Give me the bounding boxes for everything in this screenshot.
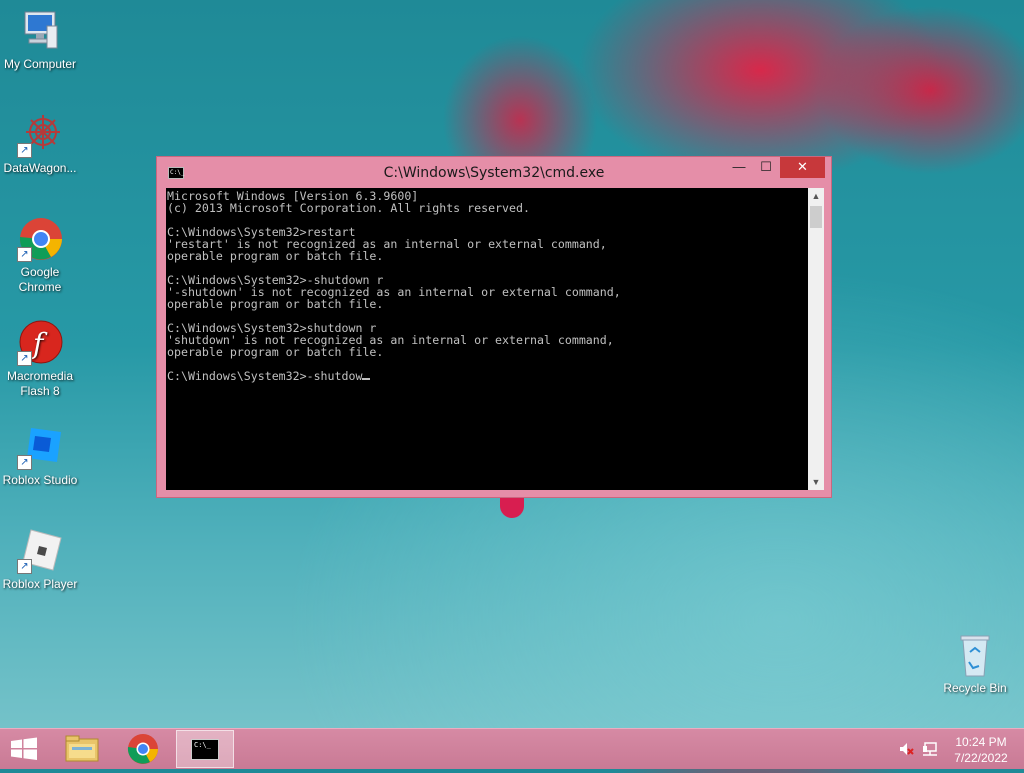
maximize-button[interactable]: ☐ — [753, 157, 779, 178]
desktop-icon-label: Recycle Bin — [943, 681, 1007, 695]
scrollbar-thumb[interactable] — [810, 206, 822, 228]
system-clock[interactable]: 10:24 PM 7/22/2022 — [944, 734, 1018, 766]
taskbar-chrome[interactable] — [114, 730, 172, 768]
computer-icon — [17, 8, 63, 54]
chrome-icon — [127, 734, 158, 764]
roblox-player-icon: ↗ — [17, 528, 63, 574]
windows-logo-icon — [11, 737, 37, 760]
shortcut-arrow-icon: ↗ — [17, 247, 32, 262]
cmd-window[interactable]: C:\_ C:\Windows\System32\cmd.exe — ☐ ✕ M… — [156, 156, 832, 498]
minimize-button[interactable]: — — [726, 157, 752, 178]
network-icon[interactable] — [922, 741, 938, 757]
desktop-icon-roblox-player[interactable]: ↗ Roblox Player — [0, 528, 80, 592]
clock-date: 7/22/2022 — [954, 751, 1008, 765]
close-button[interactable]: ✕ — [780, 157, 825, 178]
recycle-bin-icon — [952, 632, 998, 678]
chrome-icon: ↗ — [17, 216, 63, 262]
taskbar-cmd[interactable]: C:\_ — [176, 730, 234, 768]
taskbar: C:\_ 10:24 PM 7/22/2022 — [0, 728, 1024, 769]
desktop-icon-label: Macromedia Flash 8 — [6, 369, 74, 398]
scroll-up-arrow-icon[interactable]: ▲ — [808, 188, 824, 204]
start-button[interactable] — [0, 730, 58, 768]
shortcut-arrow-icon: ↗ — [17, 143, 32, 158]
text-cursor — [362, 378, 371, 380]
desktop-icon-label: Google Chrome — [18, 265, 62, 294]
datawagon-icon: ↗ — [17, 112, 63, 158]
cmd-titlebar[interactable]: C:\_ C:\Windows\System32\cmd.exe — ☐ ✕ — [157, 157, 831, 188]
desktop-icon-datawagon[interactable]: ↗ DataWagon... — [0, 112, 80, 176]
clock-time: 10:24 PM — [955, 735, 1007, 749]
desktop-icon-label: DataWagon... — [3, 161, 77, 175]
folder-icon — [65, 735, 99, 762]
desktop-icon-label: My Computer — [3, 57, 77, 71]
desktop-icon-label: Roblox Studio — [2, 473, 78, 487]
console-output: Microsoft Windows [Version 6.3.9600] (c)… — [167, 189, 621, 383]
desktop-icon-my-computer[interactable]: My Computer — [0, 8, 80, 72]
desktop-icon-roblox-studio[interactable]: ↗ Roblox Studio — [0, 424, 80, 488]
shortcut-arrow-icon: ↗ — [17, 351, 32, 366]
desktop-icon-label: Roblox Player — [2, 577, 78, 591]
flash-icon: f ↗ — [17, 320, 63, 366]
shortcut-arrow-icon: ↗ — [17, 559, 32, 574]
desktop-icon-macromedia-flash[interactable]: f ↗ Macromedia Flash 8 — [0, 320, 80, 399]
speaker-muted-icon[interactable] — [898, 741, 914, 757]
desktop-icon-google-chrome[interactable]: ↗ Google Chrome — [0, 216, 80, 295]
vertical-scrollbar[interactable]: ▲ ▼ — [808, 188, 824, 490]
cmd-icon: C:\_ — [191, 739, 219, 760]
shortcut-arrow-icon: ↗ — [17, 455, 32, 470]
wallpaper-petal — [500, 496, 524, 518]
scroll-down-arrow-icon[interactable]: ▼ — [808, 474, 824, 490]
desktop-icon-recycle-bin[interactable]: Recycle Bin — [935, 632, 1015, 696]
console-area[interactable]: Microsoft Windows [Version 6.3.9600] (c)… — [166, 188, 808, 490]
roblox-studio-icon: ↗ — [17, 424, 63, 470]
taskbar-file-explorer[interactable] — [54, 730, 112, 768]
